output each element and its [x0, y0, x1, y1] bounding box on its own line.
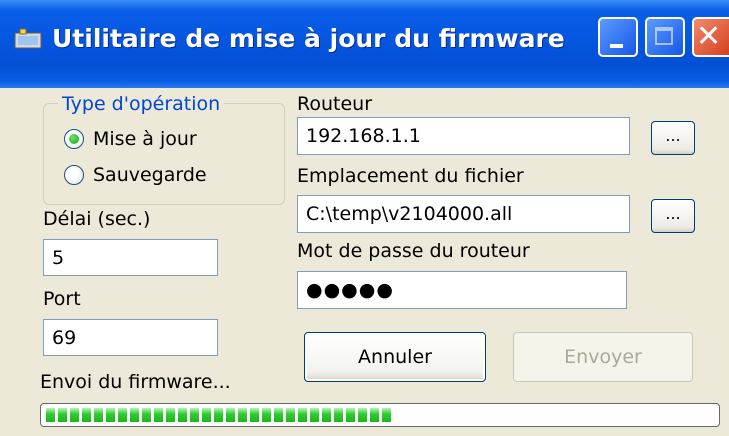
router-browse-button[interactable]: ... — [651, 121, 695, 155]
delay-label: Délai (sec.) — [43, 208, 151, 230]
cancel-button[interactable]: Annuler — [304, 332, 486, 382]
progress-segment — [226, 408, 235, 422]
progress-segment — [370, 408, 379, 422]
minimize-icon — [610, 44, 623, 48]
minimize-button[interactable] — [598, 17, 638, 57]
progress-segment — [382, 408, 391, 422]
radio-backup[interactable] — [64, 165, 84, 185]
progress-segment — [262, 408, 271, 422]
close-button[interactable]: ✕ — [692, 17, 729, 57]
send-button[interactable]: Envoyer — [513, 332, 693, 382]
password-label: Mot de passe du routeur — [297, 240, 530, 262]
title-bar[interactable]: Utilitaire de mise à jour du firmware ✕ — [0, 0, 729, 88]
radio-backup-label[interactable]: Sauvegarde — [93, 164, 207, 186]
maximize-button[interactable] — [645, 17, 685, 57]
progress-segment — [250, 408, 259, 422]
delay-input[interactable]: 5 — [43, 239, 218, 276]
progress-segment — [178, 408, 187, 422]
file-path-input[interactable]: C:\temp\v2104000.all — [297, 195, 630, 233]
radio-update[interactable] — [64, 129, 84, 149]
progress-segment — [358, 408, 367, 422]
progress-segment — [322, 408, 331, 422]
operation-type-group — [43, 103, 285, 205]
close-icon: ✕ — [696, 19, 722, 54]
progress-segment — [334, 408, 343, 422]
progress-segment — [286, 408, 295, 422]
file-label: Emplacement du fichier — [297, 165, 524, 187]
progress-segment — [82, 408, 91, 422]
progress-segment — [118, 408, 127, 422]
progress-segment — [214, 408, 223, 422]
progress-segment — [94, 408, 103, 422]
progress-segment — [58, 408, 67, 422]
progress-segment — [130, 408, 139, 422]
password-input[interactable]: ●●●●● — [297, 271, 627, 309]
maximize-icon — [655, 27, 673, 45]
router-input[interactable]: 192.168.1.1 — [297, 117, 630, 155]
progress-segment — [166, 408, 175, 422]
progress-segment — [46, 408, 55, 422]
progress-segment — [70, 408, 79, 422]
progress-segment — [154, 408, 163, 422]
status-text: Envoi du firmware... — [40, 371, 231, 393]
progress-segment — [190, 408, 199, 422]
app-window-icon — [14, 28, 42, 49]
progress-segment — [346, 408, 355, 422]
progress-fill — [46, 408, 391, 422]
progress-segment — [274, 408, 283, 422]
operation-type-legend: Type d'opération — [58, 93, 225, 115]
progress-segment — [202, 408, 211, 422]
port-label: Port — [43, 288, 81, 310]
progress-segment — [238, 408, 247, 422]
progress-segment — [298, 408, 307, 422]
firmware-progress-bar — [40, 403, 720, 427]
progress-segment — [106, 408, 115, 422]
progress-segment — [142, 408, 151, 422]
router-label: Routeur — [297, 93, 373, 115]
window-title: Utilitaire de mise à jour du firmware — [52, 24, 565, 53]
radio-update-label[interactable]: Mise à jour — [93, 128, 197, 150]
radio-selected-dot — [69, 134, 79, 144]
file-browse-button[interactable]: ... — [651, 199, 695, 233]
port-input[interactable]: 69 — [43, 319, 218, 356]
progress-segment — [310, 408, 319, 422]
